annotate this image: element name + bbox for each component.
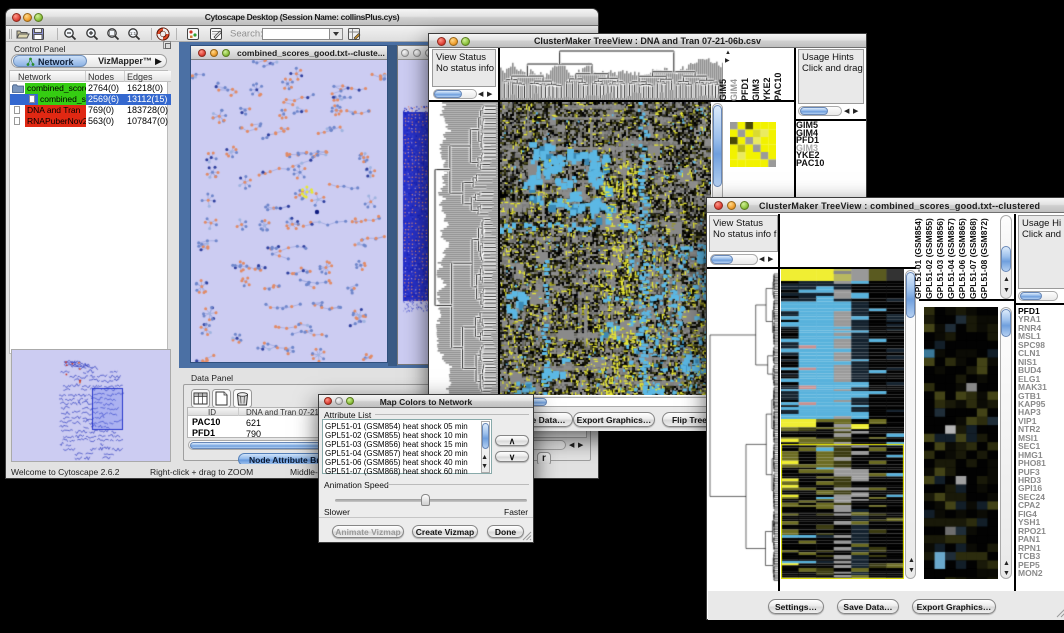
svg-text:Search:: Search: (230, 29, 263, 40)
svg-text:1:1: 1:1 (130, 31, 137, 36)
